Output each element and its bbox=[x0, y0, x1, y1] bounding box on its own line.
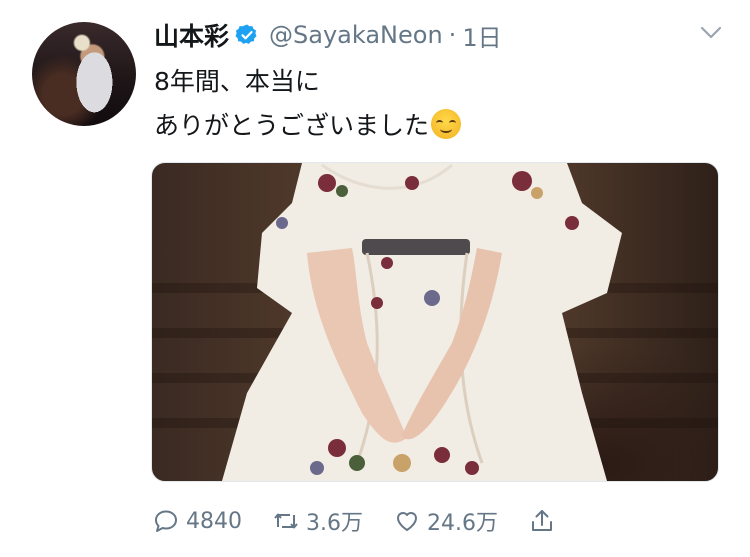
tweet-header: 山本彩 @SayakaNeon · 1日 bbox=[154, 18, 502, 52]
display-name[interactable]: 山本彩 bbox=[154, 17, 229, 53]
heart-icon bbox=[397, 512, 417, 531]
verified-badge-icon bbox=[235, 24, 257, 44]
tweet-line-2: ありがとうございました bbox=[154, 104, 462, 148]
share-button[interactable] bbox=[528, 507, 562, 535]
user-handle[interactable]: @SayakaNeon bbox=[269, 21, 443, 49]
like-button[interactable]: 24.6万 bbox=[393, 505, 498, 537]
tweet-photo[interactable] bbox=[151, 162, 719, 482]
like-count: 24.6万 bbox=[427, 511, 498, 536]
retweet-icon bbox=[274, 513, 298, 529]
retweet-button[interactable]: 3.6万 bbox=[272, 505, 363, 537]
tweet-text: 8年間、本当に ありがとうございました bbox=[154, 60, 462, 148]
avatar[interactable] bbox=[32, 22, 136, 126]
photo-illustration bbox=[152, 163, 718, 481]
tweet-actions: 4840 3.6万 24.6万 bbox=[152, 505, 592, 537]
dress-shape bbox=[222, 163, 622, 481]
reply-button[interactable]: 4840 bbox=[152, 507, 242, 535]
tweet-line-2-text: ありがとうございました bbox=[154, 111, 430, 140]
separator-dot: · bbox=[448, 21, 457, 49]
relieved-face-emoji-icon bbox=[431, 109, 462, 139]
chevron-down-icon[interactable] bbox=[700, 26, 722, 40]
timestamp[interactable]: 1日 bbox=[462, 18, 501, 53]
retweet-count: 3.6万 bbox=[306, 511, 363, 536]
reply-icon bbox=[155, 510, 177, 532]
share-icon bbox=[532, 510, 552, 531]
tweet-line-1: 8年間、本当に bbox=[154, 67, 320, 96]
reply-count: 4840 bbox=[186, 508, 242, 534]
